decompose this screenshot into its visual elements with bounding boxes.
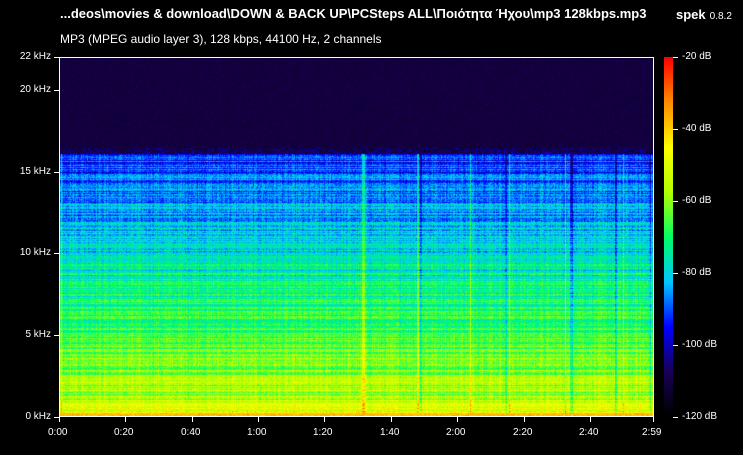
level-tick-label: -120 dB: [682, 411, 718, 422]
time-tick: [59, 417, 60, 422]
time-tick-label: 1:20: [313, 427, 333, 438]
level-colorbar: [664, 57, 673, 417]
frequency-tick: [54, 57, 59, 58]
time-tick-label: 0:00: [48, 427, 68, 438]
frequency-tick-label: 0 kHz: [25, 411, 51, 422]
time-tick-label: 0:40: [181, 427, 201, 438]
app-name: spek: [676, 7, 706, 22]
time-tick-label: 2:59: [642, 427, 662, 438]
time-tick: [125, 417, 126, 422]
frequency-tick-label: 20 kHz: [19, 84, 51, 95]
spectrogram-canvas: [60, 58, 653, 416]
time-tick-label: 1:40: [380, 427, 400, 438]
app-version: 0.8.2: [709, 11, 732, 22]
app-brand: spek 0.8.2: [676, 6, 732, 24]
level-tick-label: -40 dB: [682, 123, 712, 134]
spectrogram-plot[interactable]: [59, 57, 654, 417]
time-tick-label: 0:20: [114, 427, 134, 438]
time-tick-label: 2:40: [579, 427, 599, 438]
time-tick: [524, 417, 525, 422]
time-tick-label: 1:00: [247, 427, 267, 438]
level-tick: [673, 345, 678, 346]
time-tick: [324, 417, 325, 422]
time-tick: [457, 417, 458, 422]
time-tick: [391, 417, 392, 422]
level-tick-label: -80 dB: [682, 267, 712, 278]
level-tick: [673, 57, 678, 58]
time-tick-label: 2:20: [513, 427, 533, 438]
level-tick: [673, 273, 678, 274]
frequency-tick: [54, 172, 59, 173]
time-tick: [653, 417, 654, 422]
level-tick: [673, 417, 678, 418]
frequency-tick-label: 10 kHz: [19, 247, 51, 258]
level-tick: [673, 129, 678, 130]
file-title: ...deos\movies & download\DOWN & BACK UP…: [60, 6, 647, 21]
frequency-tick-label: 22 kHz: [19, 51, 51, 62]
level-tick-label: -20 dB: [682, 51, 712, 62]
level-tick-label: -100 dB: [682, 339, 718, 350]
level-tick-label: -60 dB: [682, 195, 712, 206]
time-tick: [192, 417, 193, 422]
frequency-tick: [54, 335, 59, 336]
time-tick: [590, 417, 591, 422]
file-info: MP3 (MPEG audio layer 3), 128 kbps, 4410…: [60, 32, 382, 46]
level-tick: [673, 201, 678, 202]
frequency-tick: [54, 253, 59, 254]
frequency-tick: [54, 90, 59, 91]
time-tick-label: 2:00: [446, 427, 466, 438]
frequency-tick-label: 5 kHz: [25, 329, 51, 340]
time-tick: [258, 417, 259, 422]
frequency-tick-label: 15 kHz: [19, 166, 51, 177]
